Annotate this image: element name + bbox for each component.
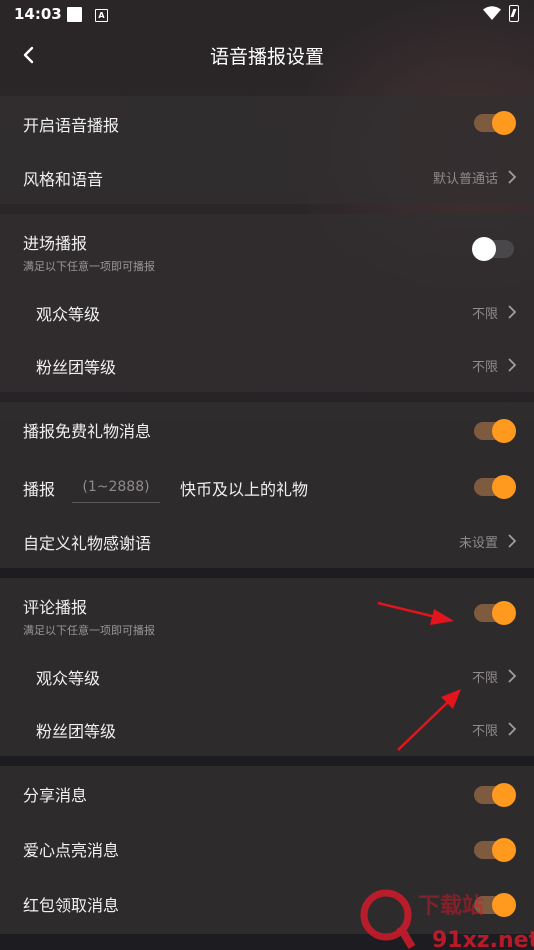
watermark-text: 91xz.net [432,928,534,950]
red-arrow-toggle [377,601,454,625]
site-watermark: 下载站 91xz.net [360,889,534,950]
red-arrow-value [397,689,461,751]
annotation-arrows [377,601,461,751]
watermark-brand: 下载站 [418,893,484,919]
